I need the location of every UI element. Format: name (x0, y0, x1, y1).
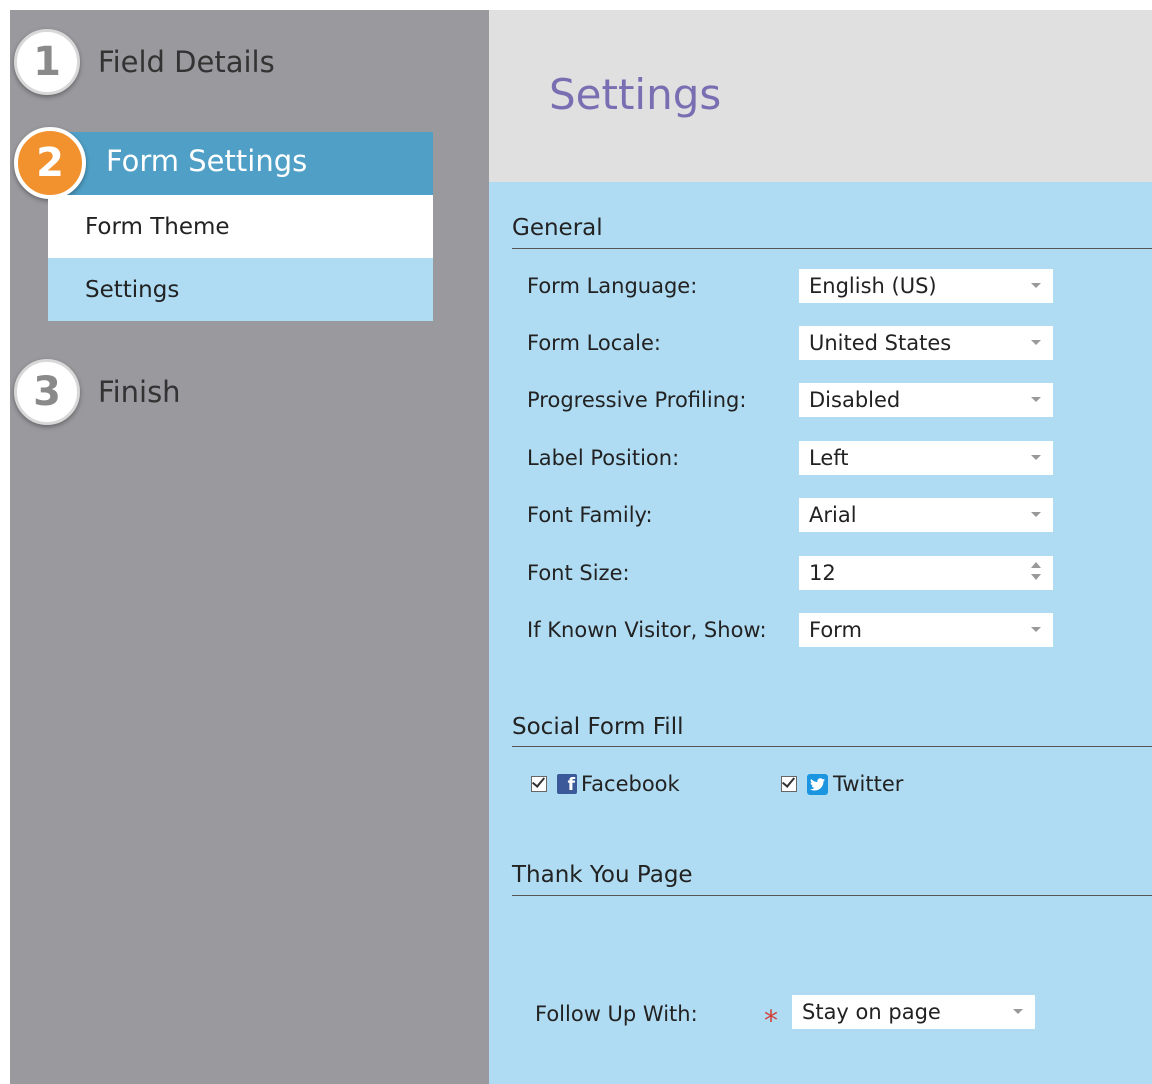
step-number-badge: 1 (14, 29, 80, 95)
stepper-value: 12 (809, 561, 836, 585)
known-visitor-label: If Known Visitor, Show: (527, 618, 767, 642)
known-visitor-select[interactable]: Form (799, 613, 1053, 647)
facebook-icon: f (557, 774, 577, 794)
select-value: Arial (809, 503, 857, 527)
section-divider (512, 895, 1152, 896)
substep-settings[interactable]: Settings (48, 258, 433, 321)
step-label: Finish (98, 375, 181, 409)
app-window: 1 Field Details Form Settings 2 Form The… (0, 0, 1152, 1084)
chevron-down-icon (1031, 283, 1041, 288)
section-title-social: Social Form Fill (512, 714, 684, 740)
step-number-badge-active: 2 (14, 127, 86, 199)
twitter-checkbox[interactable] (781, 774, 797, 792)
chevron-down-icon (1031, 627, 1041, 632)
select-value: United States (809, 331, 952, 355)
follow-up-label: Follow Up With: (535, 1002, 698, 1026)
facebook-label: Facebook (581, 772, 680, 796)
step-field-details[interactable]: 1 Field Details (14, 29, 275, 95)
follow-up-select[interactable]: Stay on page (792, 995, 1035, 1029)
facebook-checkbox[interactable] (531, 774, 547, 792)
select-value: Form (809, 618, 862, 642)
facebook-checkbox-item[interactable]: f Facebook (531, 772, 680, 796)
chevron-down-icon (1031, 397, 1041, 402)
font-family-label: Font Family: (527, 503, 653, 527)
section-title-thank-you: Thank You Page (512, 862, 693, 888)
chevron-down-icon (1031, 512, 1041, 517)
form-language-label: Form Language: (527, 274, 698, 298)
spinner-arrows-icon[interactable] (1031, 562, 1041, 584)
step-form-settings[interactable]: Form Settings (48, 132, 433, 195)
select-value: Left (809, 446, 849, 470)
chevron-down-icon (1031, 455, 1041, 460)
font-size-label: Font Size: (527, 561, 630, 585)
select-value: Disabled (809, 388, 901, 412)
settings-panel: General Form Language: English (US) Form… (489, 182, 1152, 1084)
section-title-general: General (512, 215, 603, 241)
chevron-down-icon (1031, 340, 1041, 345)
select-value: Stay on page (802, 1000, 941, 1024)
progressive-profiling-label: Progressive Profiling: (527, 388, 747, 412)
label-position-label: Label Position: (527, 446, 680, 470)
form-language-select[interactable]: English (US) (799, 269, 1053, 303)
twitter-icon (807, 773, 828, 795)
twitter-label: Twitter (833, 772, 904, 796)
chevron-down-icon (1013, 1009, 1023, 1014)
font-family-select[interactable]: Arial (799, 498, 1053, 532)
step-label: Field Details (98, 45, 275, 79)
section-divider (512, 746, 1152, 747)
page-title: Settings (549, 70, 722, 119)
section-divider (512, 248, 1152, 249)
page-header: Settings (489, 10, 1152, 182)
step-finish[interactable]: 3 Finish (14, 359, 181, 425)
form-locale-label: Form Locale: (527, 331, 661, 355)
font-size-stepper[interactable]: 12 (799, 556, 1053, 590)
step-label: Form Settings (106, 144, 308, 178)
progressive-profiling-select[interactable]: Disabled (799, 383, 1053, 417)
step-number-badge: 3 (14, 359, 80, 425)
select-value: English (US) (809, 274, 937, 298)
substep-form-theme[interactable]: Form Theme (48, 195, 433, 258)
label-position-select[interactable]: Left (799, 441, 1053, 475)
required-asterisk: * (764, 1004, 778, 1037)
form-locale-select[interactable]: United States (799, 326, 1053, 360)
twitter-checkbox-item[interactable]: Twitter (781, 772, 903, 796)
